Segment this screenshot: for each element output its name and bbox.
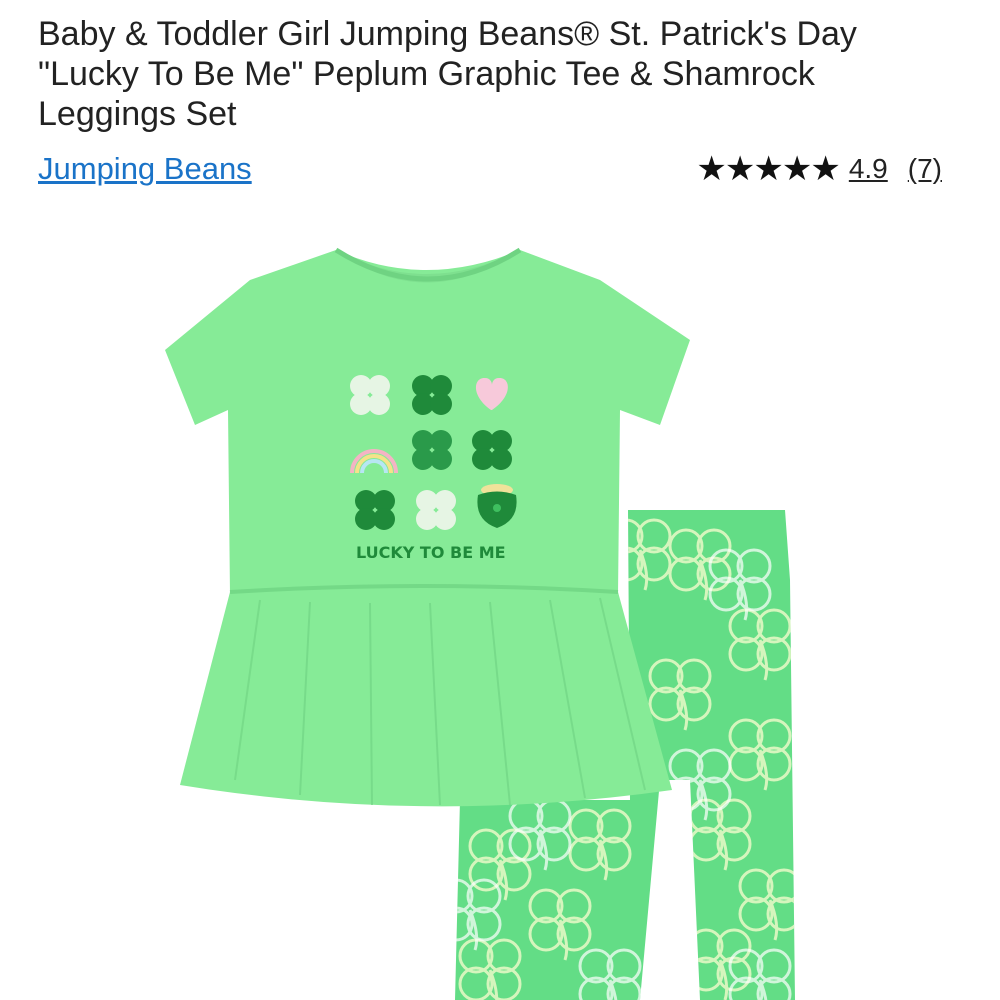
product-title: Baby & Toddler Girl Jumping Beans® St. P… [38, 15, 857, 133]
brand-link[interactable]: Jumping Beans [38, 150, 252, 188]
rating-summary[interactable]: ★★★★★ 4.9 (7) [696, 150, 942, 188]
shirt-graphic-text: LUCKY TO BE ME [356, 543, 506, 562]
product-page: Baby & Toddler Girl Jumping Beans® St. P… [0, 0, 1000, 1000]
peplum-shirt-graphic: LUCKY TO BE ME [165, 247, 690, 807]
star-rating-icon: ★★★★★ [696, 150, 840, 188]
product-image[interactable]: LUCKY TO BE ME [0, 220, 1000, 1000]
rating-value-link[interactable]: 4.9 [849, 153, 888, 185]
review-count-link[interactable]: (7) [908, 153, 942, 185]
